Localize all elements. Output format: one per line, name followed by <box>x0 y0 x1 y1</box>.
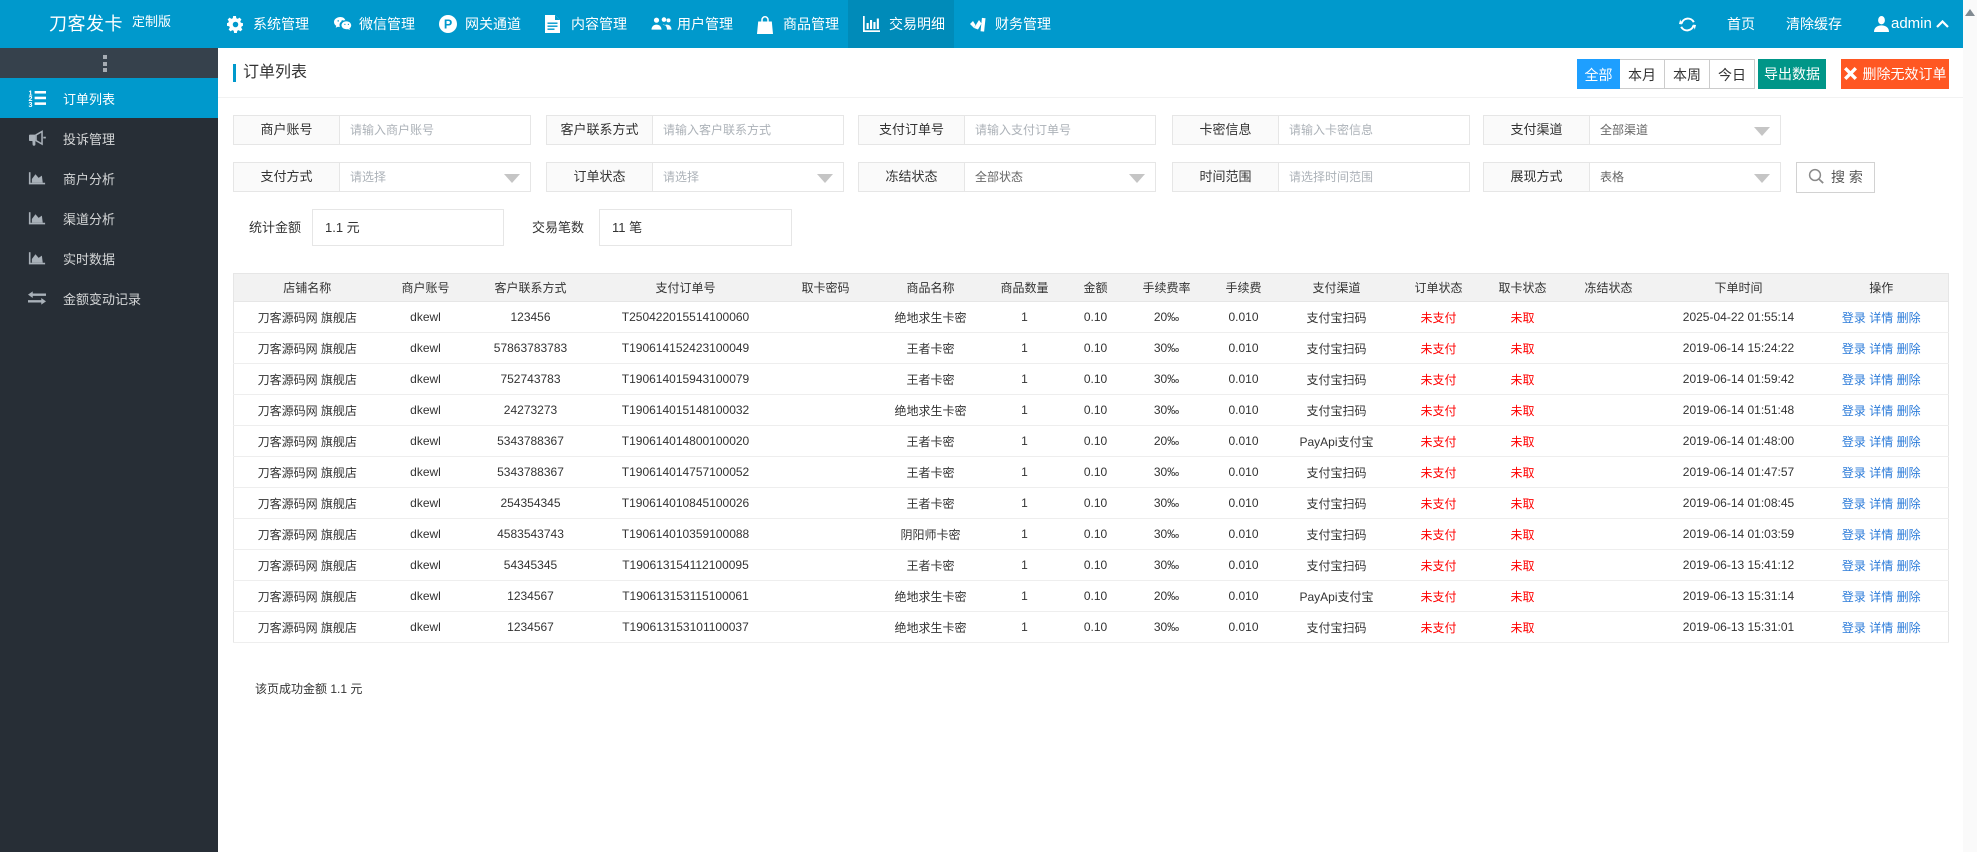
svg-text:3: 3 <box>28 101 32 107</box>
svg-text:P: P <box>444 18 452 32</box>
